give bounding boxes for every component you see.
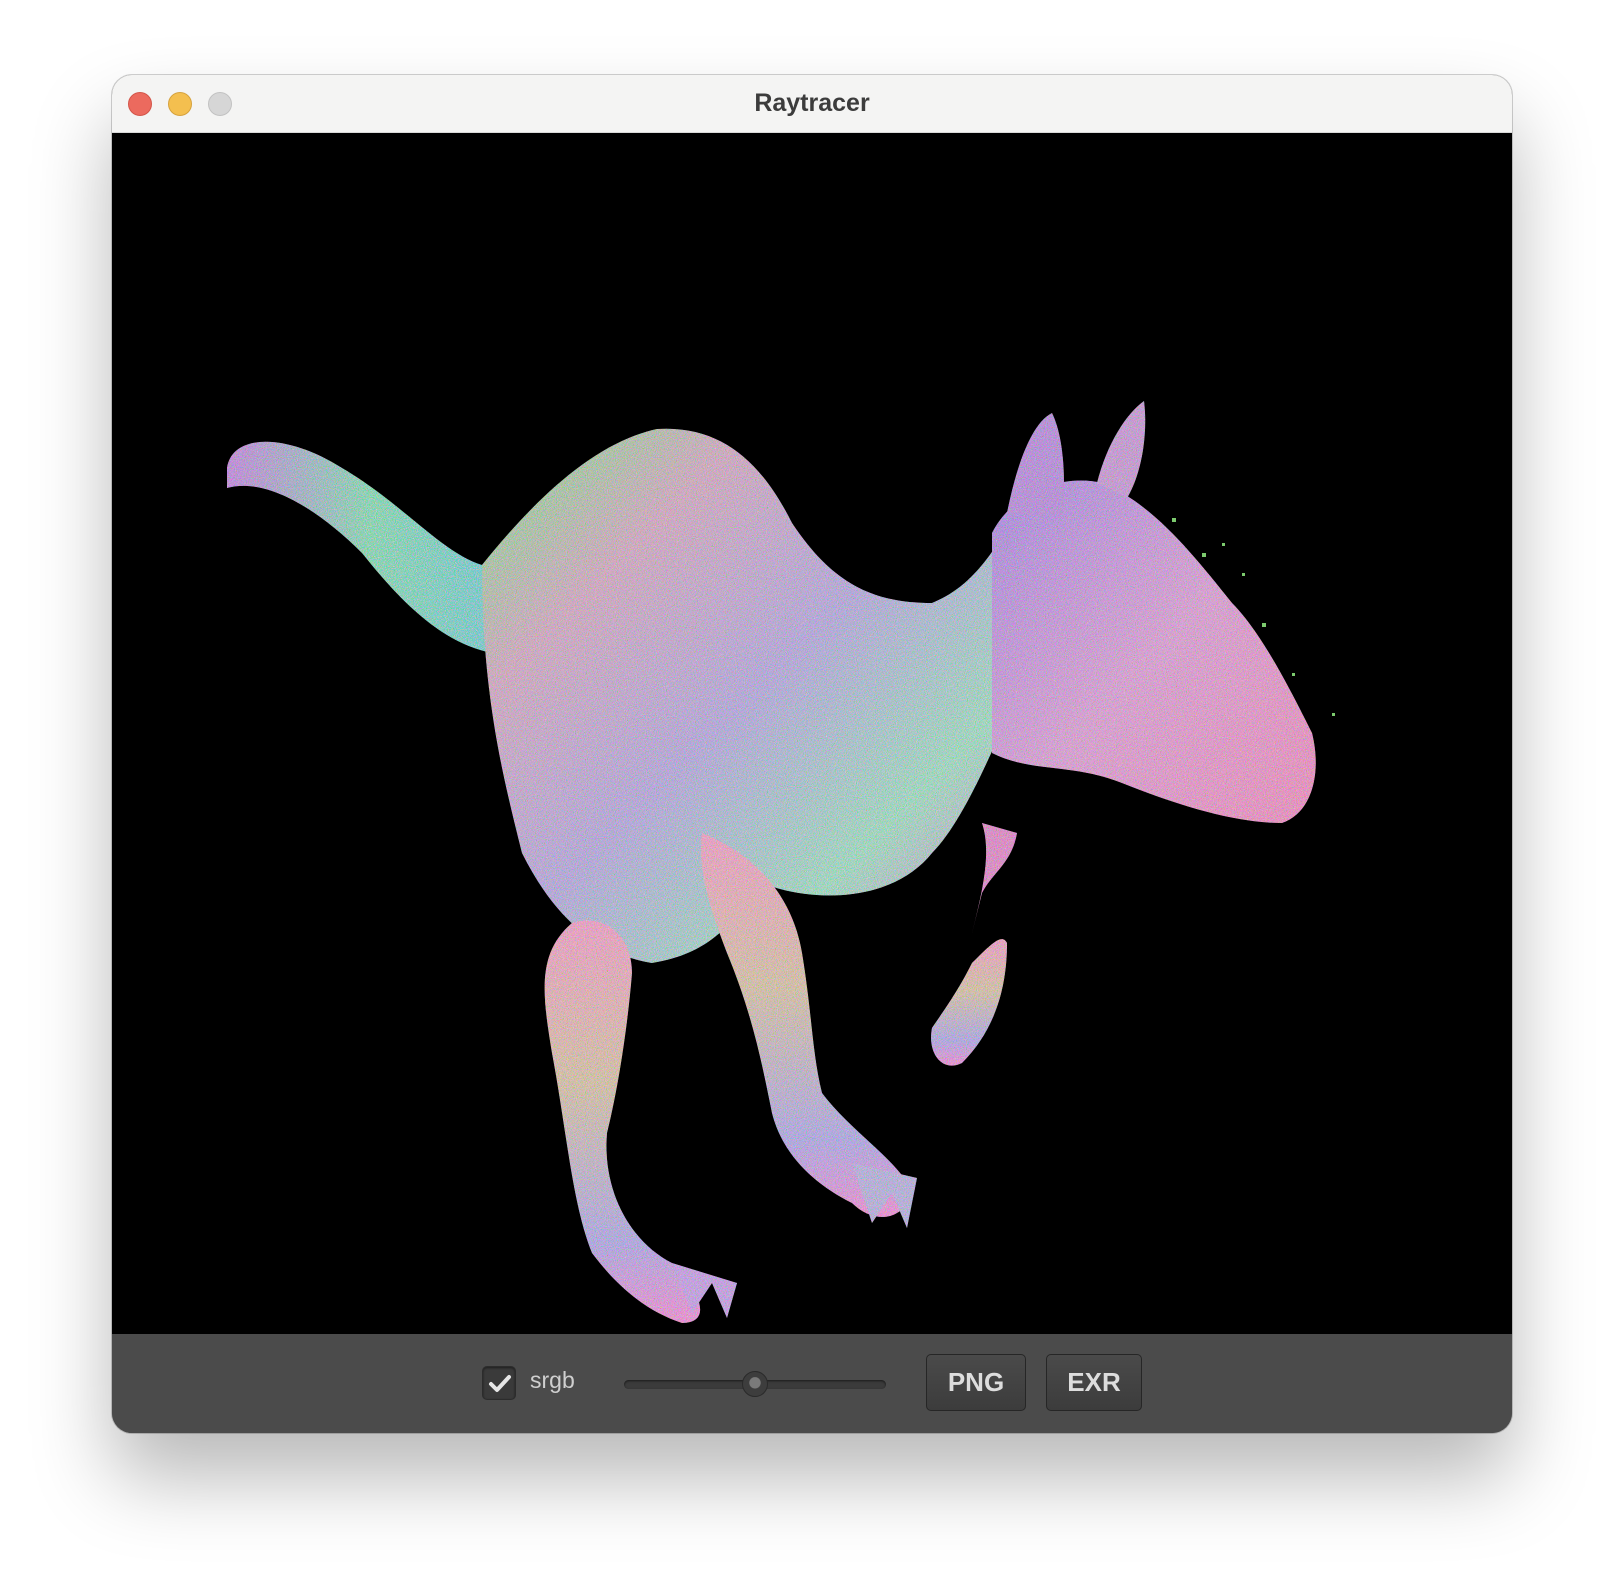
save-exr-button[interactable]: EXR: [1046, 1354, 1142, 1411]
srgb-checkbox[interactable]: [482, 1366, 516, 1400]
title-bar[interactable]: Raytracer: [112, 75, 1512, 133]
window-title: Raytracer: [754, 89, 870, 117]
checkmark-icon: [489, 1375, 511, 1392]
raytracer-window: Raytracer srgb PNG EXR: [112, 75, 1512, 1433]
control-toolbar: srgb PNG EXR: [112, 1334, 1512, 1433]
exposure-slider-knob[interactable]: [742, 1371, 768, 1397]
kangaroo-render-image: [227, 401, 1335, 1323]
render-viewport: [112, 133, 1512, 1334]
save-png-button[interactable]: PNG: [926, 1354, 1026, 1411]
srgb-label: srgb: [530, 1367, 575, 1393]
